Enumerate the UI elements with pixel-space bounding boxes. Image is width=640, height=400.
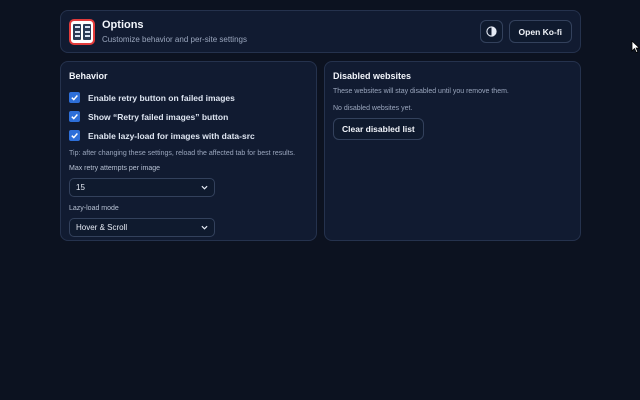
retry-attempts-value: 15 (76, 183, 85, 192)
retry-attempts-label: Max retry attempts per image (69, 165, 161, 172)
settings-tip: Tip: after changing these settings, relo… (69, 150, 296, 157)
disabled-title: Disabled websites (333, 71, 412, 81)
page-subtitle: Customize behavior and per-site settings (102, 35, 247, 44)
clear-disabled-button[interactable]: Clear disabled list (333, 118, 424, 140)
mouse-cursor-icon (631, 40, 640, 54)
lazy-mode-value: Hover & Scroll (76, 223, 128, 232)
disabled-description: These websites will stay disabled until … (333, 88, 509, 95)
retry-failed-checkbox[interactable] (69, 111, 80, 122)
retry-button-checkbox[interactable] (69, 92, 80, 103)
lazy-load-label: Enable lazy-load for images with data-sr… (88, 130, 255, 141)
check-icon (71, 95, 78, 101)
lazy-mode-label: Lazy-load mode (69, 205, 119, 212)
behavior-title: Behavior (69, 71, 108, 81)
theme-toggle-button[interactable] (479, 20, 503, 43)
open-kofi-button[interactable]: Open Ko-fi (508, 20, 572, 43)
retry-failed-label: Show “Retry failed images” button (88, 111, 229, 122)
header-titles: Options Customize behavior and per-site … (102, 19, 247, 44)
header-actions: Open Ko-fi (479, 20, 572, 43)
page-title: Options (102, 19, 144, 31)
check-icon (71, 133, 78, 139)
disabled-websites-card: Disabled websites These websites will st… (324, 61, 581, 241)
lazy-load-checkbox[interactable] (69, 130, 80, 141)
contrast-icon (485, 26, 497, 37)
retry-attempts-select[interactable]: 15 (69, 178, 215, 197)
option-retry-failed[interactable]: Show “Retry failed images” button (69, 107, 308, 126)
chevron-down-icon (201, 225, 208, 230)
lazy-mode-select[interactable]: Hover & Scroll (69, 218, 215, 237)
disabled-empty-text: No disabled websites yet. (333, 105, 413, 112)
app-logo (69, 18, 95, 45)
options-header: Options Customize behavior and per-site … (60, 10, 581, 53)
check-icon (71, 114, 78, 120)
chevron-down-icon (201, 185, 208, 190)
retry-button-label: Enable retry button on failed images (88, 92, 235, 103)
option-retry-button[interactable]: Enable retry button on failed images (69, 88, 308, 107)
behavior-card: Behavior Enable retry button on failed i… (60, 61, 317, 241)
option-lazy-load[interactable]: Enable lazy-load for images with data-sr… (69, 126, 308, 145)
